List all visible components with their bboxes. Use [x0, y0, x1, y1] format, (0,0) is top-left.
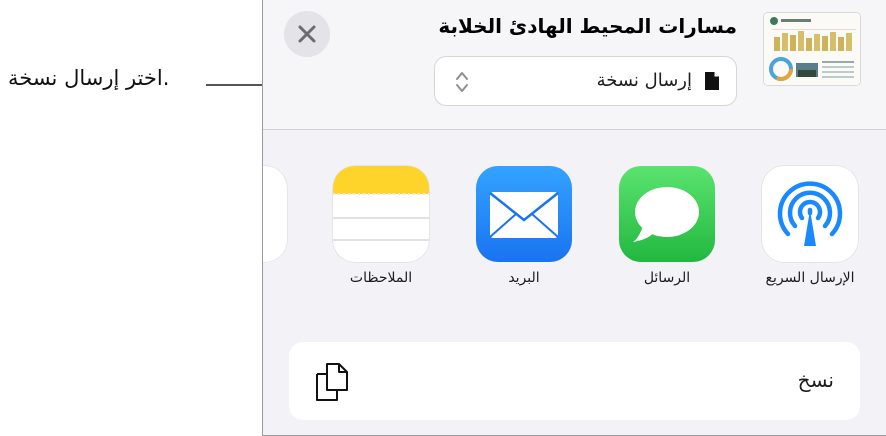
- share-app-notes[interactable]: الملاحظات: [333, 166, 429, 286]
- chevron-up-down-icon: [456, 72, 468, 92]
- document-icon: [705, 72, 719, 90]
- share-sheet: مسارات المحيط الهادئ الخلابة إرسال نسخة …: [262, 0, 886, 436]
- copy-label: نسخ: [797, 368, 834, 392]
- notes-icon: [333, 166, 429, 262]
- document-title: مسارات المحيط الهادئ الخلابة: [438, 14, 737, 38]
- share-app-airdrop[interactable]: الإرسال السريع: [762, 166, 858, 286]
- copy-action[interactable]: نسخ: [289, 342, 860, 420]
- send-copy-selector[interactable]: إرسال نسخة: [434, 56, 737, 106]
- share-app-mail[interactable]: البريد: [476, 166, 572, 286]
- send-copy-label: إرسال نسخة: [596, 70, 692, 91]
- share-app-messages[interactable]: الرسائل: [619, 166, 715, 286]
- close-button[interactable]: [284, 11, 330, 57]
- callout-text: اختر إرسال نسخة.: [8, 66, 170, 90]
- airdrop-label: الإرسال السريع: [765, 270, 855, 286]
- mail-icon: [476, 166, 572, 262]
- airdrop-icon: [762, 166, 858, 262]
- share-sheet-header: مسارات المحيط الهادئ الخلابة إرسال نسخة: [263, 0, 886, 130]
- document-thumbnail: [763, 12, 861, 86]
- close-icon: [298, 25, 316, 43]
- partial-app-tile[interactable]: [263, 166, 287, 262]
- notes-label: الملاحظات: [349, 270, 413, 286]
- messages-label: الرسائل: [643, 270, 691, 286]
- copy-icon: [316, 363, 348, 401]
- mail-label: البريد: [508, 270, 540, 286]
- messages-icon: [619, 166, 715, 262]
